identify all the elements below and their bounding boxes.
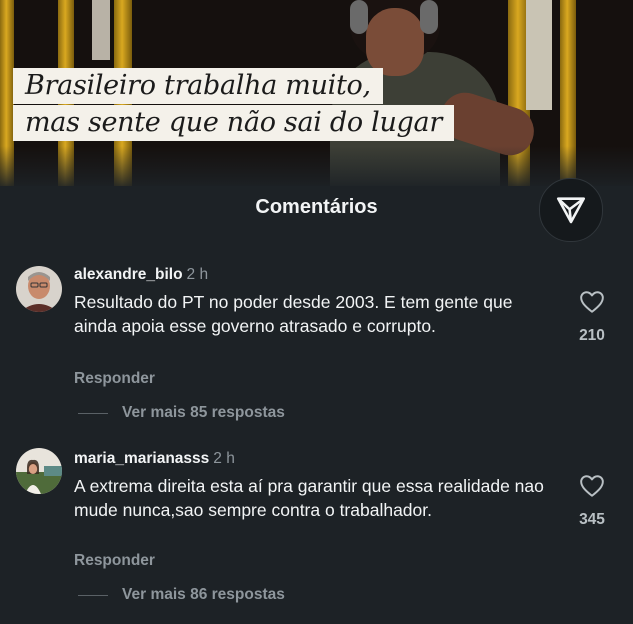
divider-line [78, 594, 108, 596]
view-more-replies[interactable]: Ver mais 85 respostas [78, 404, 285, 422]
like-count: 210 [579, 327, 605, 344]
headphone-icon [420, 0, 438, 34]
reply-button[interactable]: Responder [74, 552, 155, 570]
view-more-replies-label[interactable]: Ver mais 86 respostas [122, 586, 285, 604]
headline-line-2: mas sente que não sai do lugar [13, 105, 454, 141]
heart-icon [580, 475, 604, 497]
reply-button[interactable]: Responder [74, 370, 155, 388]
view-more-replies[interactable]: Ver mais 86 respostas [78, 586, 285, 604]
like-button[interactable]: 210 [572, 290, 612, 345]
username-text[interactable]: maria_marianasss [74, 450, 209, 467]
headline-line-1: Brasileiro trabalha muito, [13, 68, 383, 104]
comment-time: 2 h [213, 450, 235, 467]
view-more-replies-label[interactable]: Ver mais 85 respostas [122, 404, 285, 422]
comment-time: 2 h [186, 266, 209, 283]
bus-sign [526, 0, 552, 110]
send-icon [556, 197, 586, 224]
avatar-image [16, 448, 62, 494]
heart-icon [580, 291, 604, 313]
like-count: 345 [579, 511, 605, 528]
like-button[interactable]: 345 [572, 474, 612, 529]
avatar-image [16, 266, 62, 312]
send-button[interactable] [539, 178, 603, 242]
comment-username[interactable]: alexandre_bilo 2 h [74, 266, 208, 284]
bus-sign [92, 0, 110, 60]
comment-text: A extrema direita esta aí pra garantir q… [74, 476, 544, 520]
avatar[interactable] [16, 448, 62, 494]
image-fade [0, 146, 633, 186]
headphone-icon [350, 0, 368, 34]
username-text[interactable]: alexandre_bilo [74, 266, 183, 283]
comment-text: Resultado do PT no poder desde 2003. E t… [74, 292, 513, 336]
avatar[interactable] [16, 266, 62, 312]
comment-username[interactable]: maria_marianasss 2 h [74, 450, 235, 468]
person-face [366, 8, 424, 76]
divider-line [78, 412, 108, 414]
post-image: Brasileiro trabalha muito, mas sente que… [0, 0, 633, 186]
